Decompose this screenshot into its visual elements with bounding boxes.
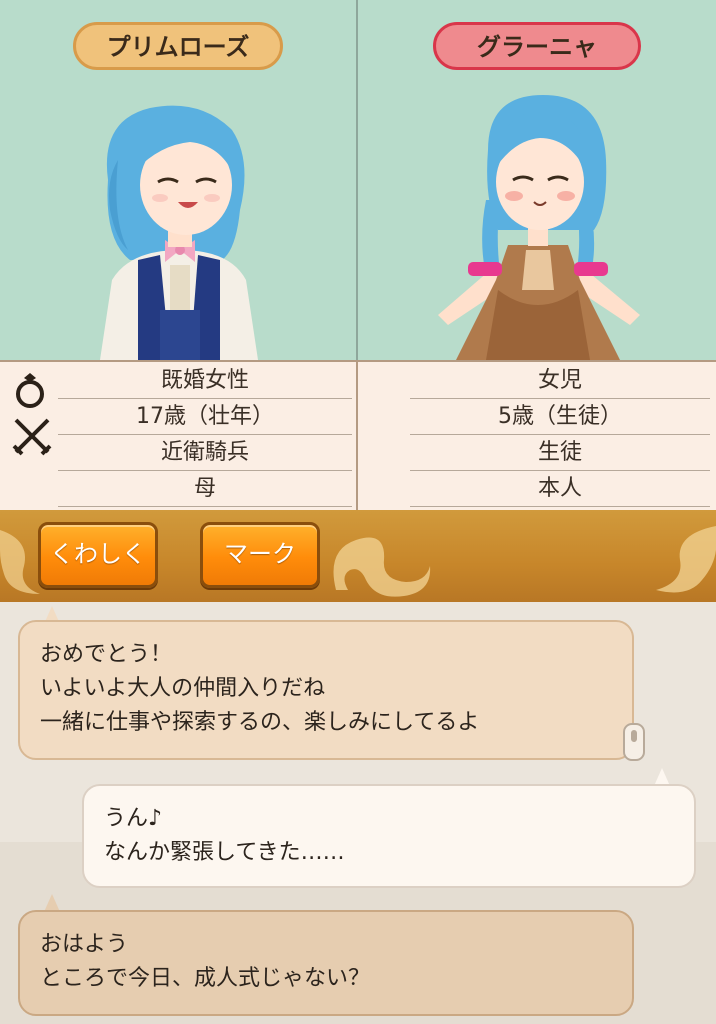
ring-icon — [16, 373, 44, 408]
character-panel-left[interactable]: プリムローズ — [0, 0, 358, 360]
message-2-line-1: うん♪ — [104, 806, 163, 831]
character-panels: プリムローズ グラーニャ — [0, 0, 716, 360]
chat-bubble-1: おめでとう！ いよいよ大人の仲間入りだね 一緒に仕事や探索するの、楽しみにしてる… — [18, 620, 634, 760]
action-bar: くわしく マーク — [0, 510, 716, 602]
chat-log[interactable]: おめでとう！ いよいよ大人の仲間入りだね 一緒に仕事や探索するの、楽しみにしてる… — [0, 602, 716, 1024]
message-3-line-1: おはよう — [40, 932, 129, 957]
info-column-right: 女児 5歳（生徒） 生徒 本人 — [358, 362, 716, 510]
character-portrait-left — [100, 105, 258, 360]
chat-bubble-3: おはよう ところで今日、成人式じゃない？ — [18, 910, 634, 1016]
character-name-badge-left: プリムローズ — [73, 22, 283, 70]
character-info-table: 既婚女性 17歳（壮年） 近衛騎兵 母 女児 5歳（生徒） 生徒 本人 — [0, 360, 716, 510]
crossed-swords-icon — [12, 418, 52, 456]
scroll-marker-icon[interactable] — [620, 722, 648, 762]
character-panel-right[interactable]: グラーニャ — [358, 0, 716, 360]
chat-bubble-2: うん♪ なんか緊張してきた…… — [82, 784, 696, 888]
info-age-left: 17歳（壮年） — [58, 400, 352, 435]
character-name-badge-right: グラーニャ — [433, 22, 641, 70]
ornament-right — [656, 526, 716, 593]
info-column-left: 既婚女性 17歳（壮年） 近衛騎兵 母 — [0, 362, 358, 510]
message-2-line-2: なんか緊張してきた…… — [104, 840, 345, 865]
message-1-line-3: 一緒に仕事や探索するの、楽しみにしてるよ — [40, 710, 480, 735]
message-1-line-1: おめでとう！ — [40, 642, 173, 667]
info-occupation-right: 生徒 — [410, 436, 710, 471]
message-1-line-2: いよいよ大人の仲間入りだね — [40, 676, 326, 701]
character-portrait-right — [438, 95, 640, 360]
mark-button[interactable]: マーク — [200, 522, 320, 588]
info-relation-right: 本人 — [410, 472, 710, 507]
info-relation-left: 母 — [58, 472, 352, 507]
info-marital-status-left: 既婚女性 — [58, 364, 352, 399]
details-button[interactable]: くわしく — [38, 522, 158, 588]
message-3-line-2: ところで今日、成人式じゃない？ — [40, 966, 371, 991]
info-marital-status-right: 女児 — [410, 364, 710, 399]
ornament-center — [333, 537, 431, 597]
info-age-right: 5歳（生徒） — [410, 400, 710, 435]
info-occupation-left: 近衛騎兵 — [58, 436, 352, 471]
